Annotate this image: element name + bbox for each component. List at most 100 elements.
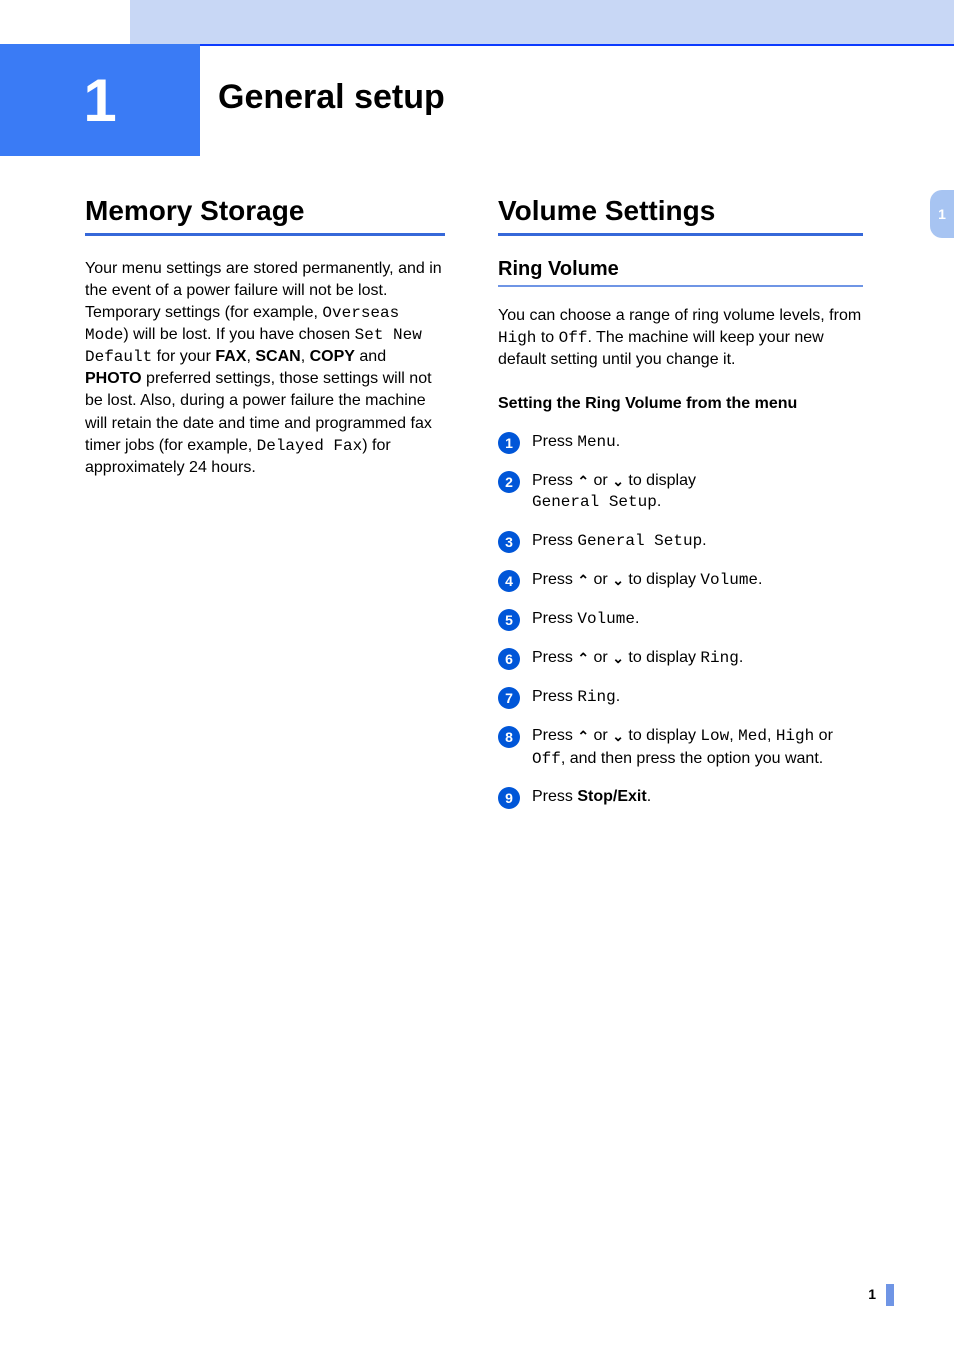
- text: Press: [532, 788, 577, 805]
- text: to display: [624, 649, 700, 666]
- mono-text: Ring: [700, 649, 738, 667]
- text: Press: [532, 649, 577, 666]
- chevron-up-icon: ⌃: [577, 729, 589, 743]
- text: ,: [729, 727, 738, 744]
- section-heading-memory-storage: Memory Storage: [85, 195, 445, 236]
- step-5: 5 Press Volume.: [498, 608, 863, 631]
- text: or: [814, 727, 833, 744]
- step-number-icon: 3: [498, 531, 520, 553]
- bold-text: Stop/Exit: [577, 788, 646, 805]
- step-number-icon: 9: [498, 787, 520, 809]
- chevron-up-icon: ⌃: [577, 573, 589, 587]
- chevron-up-icon: ⌃: [577, 651, 589, 665]
- step-3: 3 Press General Setup.: [498, 530, 863, 553]
- bold-text: SCAN: [255, 348, 300, 365]
- chevron-up-icon: ⌃: [577, 474, 589, 488]
- text: ) will be lost. If you have chosen: [123, 326, 354, 343]
- side-tab-label: 1: [938, 206, 946, 222]
- text: Press: [532, 727, 577, 744]
- step-6: 6 Press ⌃ or ⌄ to display Ring.: [498, 647, 863, 670]
- text: Press: [532, 571, 577, 588]
- text: for your: [152, 348, 215, 365]
- step-number-icon: 1: [498, 432, 520, 454]
- text: ,: [767, 727, 776, 744]
- step-list: 1 Press Menu. 2 Press ⌃ or ⌄ to display …: [498, 431, 863, 809]
- chapter-number: 1: [83, 66, 116, 135]
- step-number-icon: 4: [498, 570, 520, 592]
- text: to display: [624, 472, 696, 489]
- step-number-icon: 5: [498, 609, 520, 631]
- text: Press: [532, 433, 577, 450]
- page-number-bar: [886, 1284, 894, 1306]
- memory-storage-paragraph: Your menu settings are stored permanentl…: [85, 258, 445, 479]
- text: You can choose a range of ring volume le…: [498, 307, 861, 324]
- bold-text: FAX: [215, 348, 246, 365]
- mono-text: High: [498, 329, 536, 347]
- chevron-down-icon: ⌄: [612, 729, 624, 743]
- mono-text: Menu: [577, 433, 615, 451]
- chapter-number-box: 1: [0, 44, 200, 156]
- step-number-icon: 2: [498, 471, 520, 493]
- text: ,: [301, 348, 310, 365]
- chapter-title: General setup: [218, 78, 445, 117]
- mono-text: Ring: [577, 688, 615, 706]
- text: .: [647, 788, 651, 805]
- step-7: 7 Press Ring.: [498, 686, 863, 709]
- text: .: [758, 571, 762, 588]
- mono-text: Med: [738, 727, 767, 745]
- step-text: Press Ring.: [532, 686, 863, 709]
- text: to display: [624, 571, 700, 588]
- left-column: Memory Storage Your menu settings are st…: [85, 195, 445, 479]
- step-text: Press ⌃ or ⌄ to display Volume.: [532, 569, 863, 592]
- text: .: [702, 532, 706, 549]
- text: .: [616, 688, 620, 705]
- subsection-heading-ring-volume: Ring Volume: [498, 258, 863, 287]
- bold-text: COPY: [310, 348, 355, 365]
- bold-text: PHOTO: [85, 370, 142, 387]
- text: or: [589, 571, 612, 588]
- step-text: Press Menu.: [532, 431, 863, 454]
- text: Press: [532, 532, 577, 549]
- chevron-down-icon: ⌄: [612, 474, 624, 488]
- step-text: Press General Setup.: [532, 530, 863, 553]
- step-text: Press Stop/Exit.: [532, 786, 863, 808]
- text: or: [589, 649, 612, 666]
- step-number-icon: 7: [498, 687, 520, 709]
- mono-text: Off: [532, 750, 561, 768]
- mono-text: Volume: [700, 571, 758, 589]
- text: or: [589, 472, 612, 489]
- mono-text: Low: [700, 727, 729, 745]
- step-text: Press ⌃ or ⌄ to display Low, Med, High o…: [532, 725, 863, 770]
- chevron-down-icon: ⌄: [612, 651, 624, 665]
- step-number-icon: 8: [498, 726, 520, 748]
- text: .: [635, 610, 639, 627]
- text: .: [616, 433, 620, 450]
- section-heading-volume-settings: Volume Settings: [498, 195, 863, 236]
- mono-text: Delayed Fax: [257, 437, 363, 455]
- mono-text: Volume: [577, 610, 635, 628]
- text: Press: [532, 610, 577, 627]
- step-2: 2 Press ⌃ or ⌄ to display General Setup.: [498, 470, 863, 514]
- text: Press: [532, 688, 577, 705]
- page-number: 1: [868, 1286, 876, 1302]
- procedure-heading: Setting the Ring Volume from the menu: [498, 393, 863, 415]
- header-band: [130, 0, 954, 44]
- text: or: [589, 727, 612, 744]
- text: , and then press the option you want.: [561, 750, 823, 767]
- mono-text: General Setup: [577, 532, 702, 550]
- text: to: [536, 329, 558, 346]
- step-number-icon: 6: [498, 648, 520, 670]
- ring-volume-paragraph: You can choose a range of ring volume le…: [498, 305, 863, 371]
- chevron-down-icon: ⌄: [612, 573, 624, 587]
- step-1: 1 Press Menu.: [498, 431, 863, 454]
- step-8: 8 Press ⌃ or ⌄ to display Low, Med, High…: [498, 725, 863, 770]
- step-4: 4 Press ⌃ or ⌄ to display Volume.: [498, 569, 863, 592]
- text: and: [355, 348, 386, 365]
- right-column: Volume Settings Ring Volume You can choo…: [498, 195, 863, 825]
- step-text: Press ⌃ or ⌄ to display Ring.: [532, 647, 863, 670]
- text: Press: [532, 472, 577, 489]
- mono-text: General Setup: [532, 493, 657, 511]
- mono-text: Off: [559, 329, 588, 347]
- mono-text: High: [776, 727, 814, 745]
- step-text: Press ⌃ or ⌄ to display General Setup.: [532, 470, 863, 514]
